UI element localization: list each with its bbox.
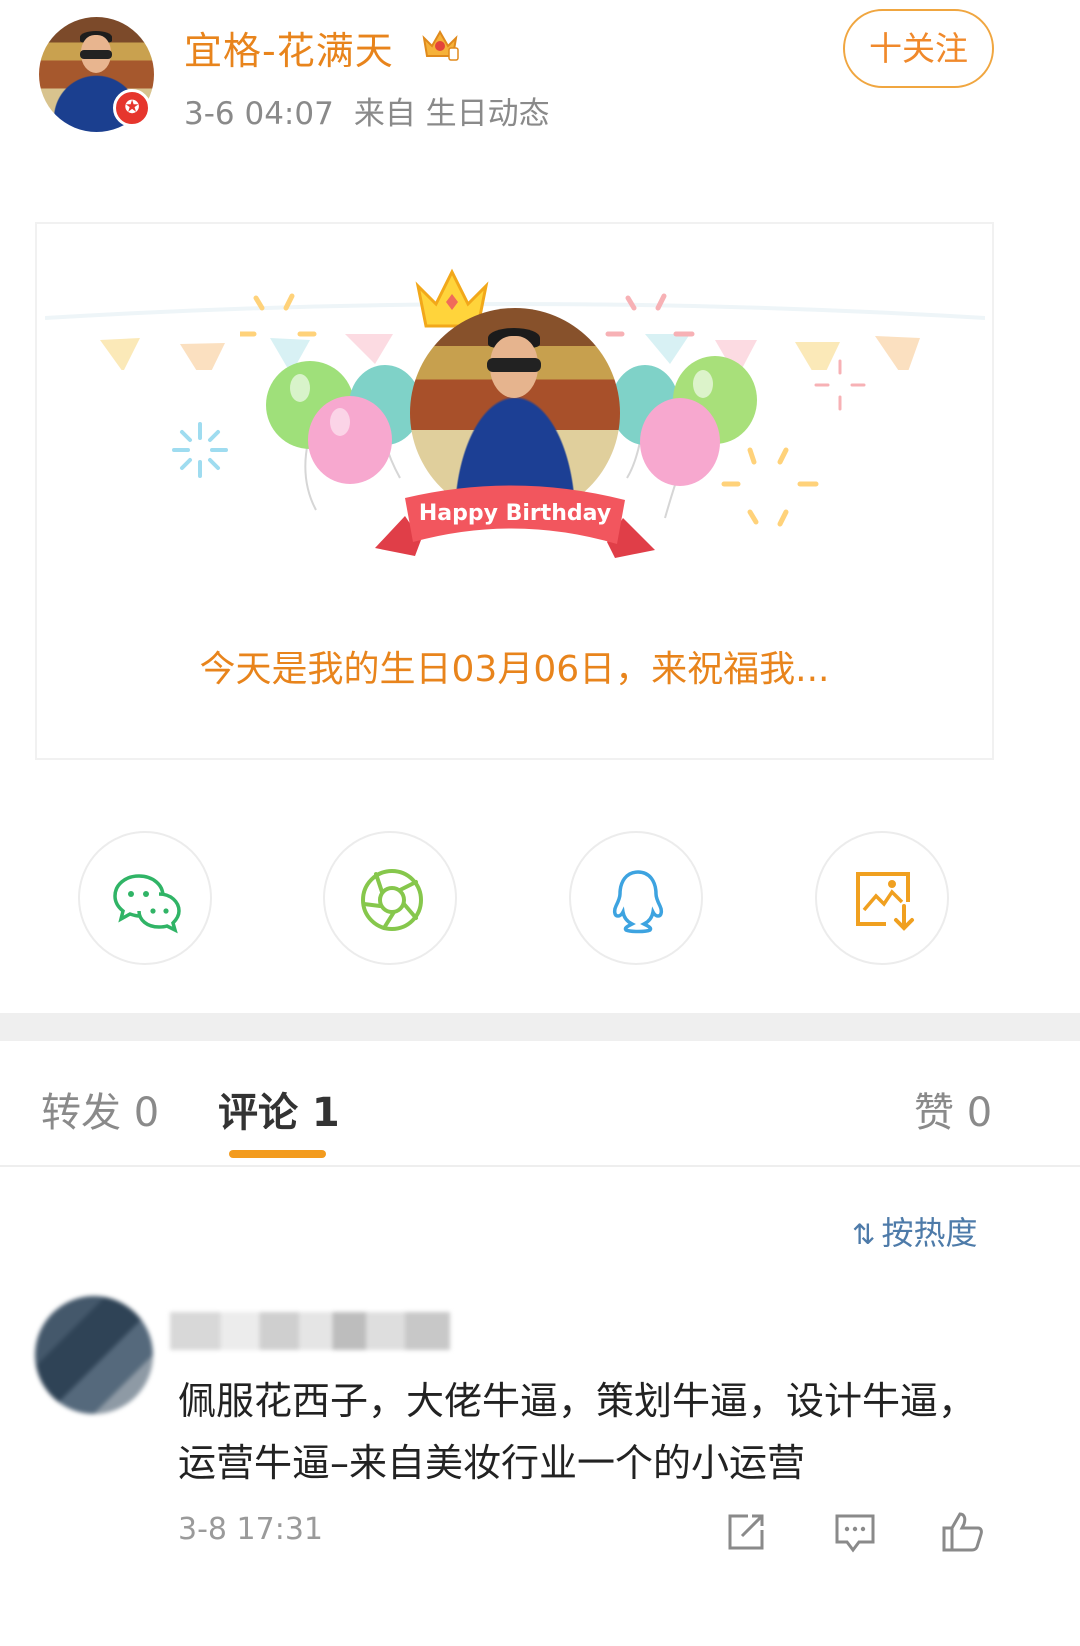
sparkle-icon bbox=[172, 422, 228, 478]
share-moments-button[interactable] bbox=[323, 831, 457, 965]
username[interactable]: 宜格-花满天 bbox=[184, 20, 394, 75]
follow-button[interactable]: 十关注 bbox=[843, 9, 994, 88]
birthday-message: 今天是我的生日03月06日，来祝福我... bbox=[199, 649, 830, 690]
post-source: 来自 生日动态 bbox=[353, 96, 550, 132]
sparkle-icon bbox=[814, 359, 866, 411]
repost-comment-icon[interactable] bbox=[724, 1510, 768, 1554]
share-qq-button[interactable] bbox=[569, 831, 703, 965]
commenter-avatar[interactable] bbox=[35, 1296, 153, 1414]
comment-text: 佩服花西子，大佬牛逼，策划牛逼，设计牛逼，运营牛逼–来自美妆行业一个的小运营 bbox=[178, 1379, 977, 1485]
post-meta: 3-6 04:07 来自 生日动态 bbox=[184, 88, 550, 133]
active-tab-indicator bbox=[229, 1150, 326, 1158]
share-wechat-button[interactable] bbox=[78, 831, 212, 965]
qq-icon bbox=[612, 870, 664, 934]
save-image-icon bbox=[856, 872, 914, 931]
section-divider bbox=[0, 1013, 1080, 1041]
save-image-button[interactable] bbox=[815, 831, 949, 965]
like-comment-icon[interactable] bbox=[940, 1510, 984, 1554]
sort-label: 按热度 bbox=[881, 1214, 978, 1252]
verified-badge-icon: ✪ bbox=[113, 89, 151, 127]
vip-crown-icon bbox=[422, 29, 459, 61]
comment-time: 3-8 17:31 bbox=[178, 1512, 323, 1547]
tab-like[interactable]: 赞 0 bbox=[914, 1080, 992, 1138]
sort-by-hot-button[interactable]: ⇅ 按热度 bbox=[852, 1208, 977, 1254]
ribbon-text: Happy Birthday bbox=[419, 501, 611, 526]
tab-comment[interactable]: 评论 1 bbox=[218, 1080, 340, 1138]
birthday-ribbon: Happy Birthday bbox=[375, 485, 655, 558]
tabs-divider bbox=[0, 1165, 1080, 1167]
reply-comment-icon[interactable] bbox=[833, 1510, 877, 1554]
tab-repost[interactable]: 转发 0 bbox=[41, 1080, 159, 1138]
sort-icon: ⇅ bbox=[852, 1218, 876, 1251]
post-time: 3-6 04:07 bbox=[184, 96, 334, 132]
moments-icon bbox=[361, 869, 423, 931]
wechat-icon bbox=[113, 874, 181, 934]
commenter-name[interactable] bbox=[170, 1312, 450, 1350]
